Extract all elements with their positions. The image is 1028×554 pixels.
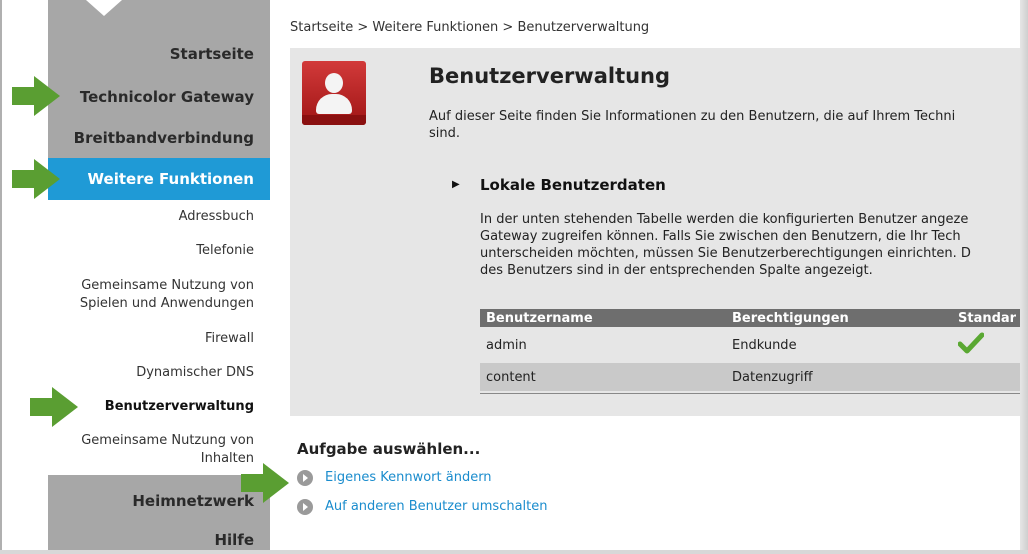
section-description-line: des Benutzers sind in der entsprechenden… xyxy=(480,263,873,278)
task-link-label: Auf anderen Benutzer umschalten xyxy=(325,499,548,514)
cell-standard xyxy=(952,363,1028,391)
subnav-inhalte-line2[interactable]: Inhalten xyxy=(48,450,254,468)
section-description-line: In der unten stehenden Tabelle werden di… xyxy=(480,212,969,227)
nav-item-technicolor-gateway[interactable]: Technicolor Gateway xyxy=(80,88,254,106)
cell-permission: Endkunde xyxy=(726,327,952,363)
subnav-inhalte-line1[interactable]: Gemeinsame Nutzung von xyxy=(48,432,254,450)
nav-item-startseite[interactable]: Startseite xyxy=(170,45,254,63)
sidebar: Startseite Technicolor Gateway Breitband… xyxy=(48,0,270,554)
table-row[interactable]: content Datenzugriff xyxy=(480,363,1028,391)
subnav-firewall[interactable]: Firewall xyxy=(48,330,254,348)
check-icon xyxy=(957,332,985,354)
page-title: Benutzerverwaltung xyxy=(429,64,671,88)
browser-frame: Startseite Technicolor Gateway Breitband… xyxy=(0,0,1028,554)
section-title: Lokale Benutzerdaten xyxy=(480,176,666,194)
task-section-title: Aufgabe auswählen... xyxy=(297,440,481,458)
section-description-line: Gateway zugreifen können. Falls Sie zwis… xyxy=(480,229,961,244)
table-row[interactable]: admin Endkunde xyxy=(480,327,1028,363)
section-description: In der unten stehenden Tabelle werden di… xyxy=(480,211,1028,279)
nav-item-heimnetzwerk[interactable]: Heimnetzwerk xyxy=(132,492,254,510)
nav-item-breitbandverbindung[interactable]: Breitbandverbindung xyxy=(74,129,254,147)
subnav-telefonie[interactable]: Telefonie xyxy=(48,242,254,260)
cell-username: admin xyxy=(480,327,726,363)
nav-main-group: Startseite Technicolor Gateway Breitband… xyxy=(48,0,270,158)
subnav-spiele-line1[interactable]: Gemeinsame Nutzung von xyxy=(48,277,254,295)
page-intro: Auf dieser Seite finden Sie Informatione… xyxy=(429,108,1028,142)
col-header-standard: Standar xyxy=(952,309,1028,327)
arrow-right-icon xyxy=(12,159,62,199)
frame-right-shadow xyxy=(1020,0,1028,554)
frame-bottom-shadow xyxy=(0,550,1028,554)
col-header-berechtigungen: Berechtigungen xyxy=(726,309,952,327)
cell-permission: Datenzugriff xyxy=(726,363,952,391)
task-link-label: Eigenes Kennwort ändern xyxy=(325,470,492,485)
arrow-right-icon xyxy=(12,76,62,116)
table-bottom-rule xyxy=(480,393,1028,394)
triangle-bullet-icon: ▶ xyxy=(452,179,460,190)
frame-left-border xyxy=(0,0,2,554)
user-icon xyxy=(302,61,366,125)
cell-standard xyxy=(952,327,1028,363)
nav-item-weitere-funktionen[interactable]: Weitere Funktionen xyxy=(48,158,270,200)
task-link-switch-user[interactable]: Auf anderen Benutzer umschalten xyxy=(297,497,597,517)
subnav-dynamischer-dns[interactable]: Dynamischer DNS xyxy=(48,364,254,382)
nav-item-hilfe[interactable]: Hilfe xyxy=(214,531,254,549)
task-link-change-password[interactable]: Eigenes Kennwort ändern xyxy=(297,468,537,488)
nav-notch xyxy=(86,0,122,16)
cell-username: content xyxy=(480,363,726,391)
subnav-spiele-line2[interactable]: Spielen und Anwendungen xyxy=(48,295,254,313)
col-header-benutzername: Benutzername xyxy=(480,309,726,327)
nav-item-weitere-funktionen-label: Weitere Funktionen xyxy=(87,170,254,188)
arrow-right-icon xyxy=(30,387,80,427)
table-header-row: Benutzername Berechtigungen Standar xyxy=(480,309,1028,327)
arrow-right-icon xyxy=(241,463,291,503)
nav-main-group-bottom: Heimnetzwerk Hilfe xyxy=(48,475,270,554)
page-intro-line: sind. xyxy=(429,126,461,141)
page-intro-line: Auf dieser Seite finden Sie Informatione… xyxy=(429,109,956,124)
breadcrumb: Startseite > Weitere Funktionen > Benutz… xyxy=(290,20,650,35)
user-table: Benutzername Berechtigungen Standar admi… xyxy=(480,309,1028,391)
chevron-right-icon xyxy=(297,499,313,515)
section-description-line: unterscheiden möchten, müssen Sie Benutz… xyxy=(480,246,971,261)
subnav-adressbuch[interactable]: Adressbuch xyxy=(48,208,254,226)
chevron-right-icon xyxy=(297,470,313,486)
